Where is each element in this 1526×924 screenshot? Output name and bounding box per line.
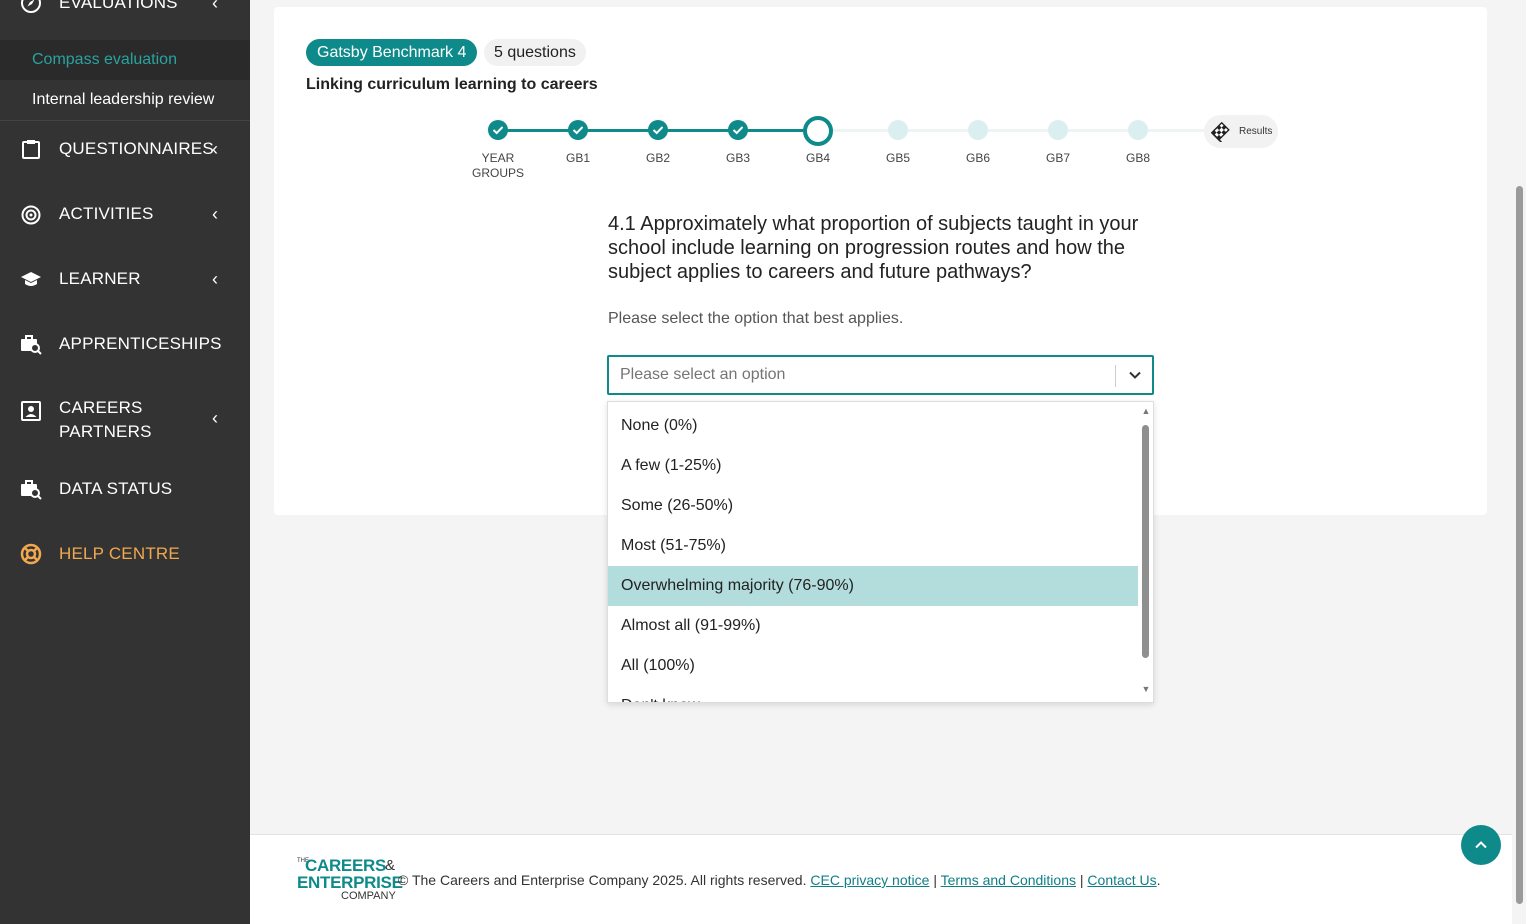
chevron-left-icon: ‹ xyxy=(212,0,218,13)
option-some[interactable]: Some (26-50%) xyxy=(608,486,1138,526)
copyright-text: © The Careers and Enterprise Company 202… xyxy=(398,872,807,888)
cec-logo[interactable]: THE CAREERS & ENTERPRISE COMPANY xyxy=(297,856,403,902)
checkered-flag-icon xyxy=(1211,122,1230,142)
footer-text: © The Careers and Enterprise Company 202… xyxy=(398,872,1161,888)
logo-ampersand: & xyxy=(385,857,396,874)
step-label: GB6 xyxy=(965,151,990,165)
option-all[interactable]: All (100%) xyxy=(608,646,1138,686)
question-hint: Please select the option that best appli… xyxy=(608,310,904,327)
option-overwhelming-majority[interactable]: Overwhelming majority (76-90%) xyxy=(608,566,1138,606)
nav-careers-partners-label-2: PARTNERS xyxy=(59,422,152,441)
back-to-top-button[interactable] xyxy=(1461,825,1501,865)
trailing-period: . xyxy=(1156,872,1161,888)
briefcase-search-icon xyxy=(20,333,42,355)
nav-questionnaires-label: QUESTIONNAIRES xyxy=(59,139,214,158)
option-a-few[interactable]: A few (1-25%) xyxy=(608,446,1138,486)
step-gb6[interactable] xyxy=(968,120,988,140)
nav-help-centre[interactable]: HELP CENTRE xyxy=(0,542,250,566)
page-scrollbar[interactable] xyxy=(1512,0,1526,924)
nav-apprenticeships-label: APPRENTICESHIPS xyxy=(59,334,222,353)
question-text: 4.1 Approximately what proportion of sub… xyxy=(608,213,1139,283)
option-dont-know[interactable]: Don't know xyxy=(608,686,1138,702)
step-gb2[interactable] xyxy=(648,120,668,140)
step-label: GB1 xyxy=(565,151,590,165)
nav-learner[interactable]: LEARNER ‹ xyxy=(0,267,250,291)
step-gb5[interactable] xyxy=(888,120,908,140)
contact-card-icon xyxy=(20,400,42,422)
nav-learner-label: LEARNER xyxy=(59,269,141,288)
check-icon xyxy=(492,126,504,135)
step-label: GB7 xyxy=(1045,151,1070,165)
select-placeholder: Please select an option xyxy=(620,366,786,383)
nav-activities-label: ACTIVITIES xyxy=(59,204,154,223)
chevron-left-icon: ‹ xyxy=(212,408,218,428)
logo-the: THE xyxy=(297,858,309,864)
privacy-link[interactable]: CEC privacy notice xyxy=(810,872,929,888)
option-none[interactable]: None (0%) xyxy=(608,406,1138,446)
step-label: GB5 xyxy=(885,151,910,165)
briefcase-search-icon xyxy=(20,478,42,500)
step-gb3[interactable] xyxy=(728,120,748,140)
chevron-down-icon[interactable] xyxy=(1125,365,1145,385)
page-scrollbar-thumb[interactable] xyxy=(1516,186,1523,904)
sidebar-divider xyxy=(0,120,250,121)
step-label: GB2 xyxy=(645,151,670,165)
question-count-badge: 5 questions xyxy=(484,39,586,66)
chevron-left-icon: ‹ xyxy=(212,268,218,289)
step-label: GB4 xyxy=(805,151,830,165)
compass-icon xyxy=(20,0,42,14)
nav-activities[interactable]: ACTIVITIES ‹ xyxy=(0,202,250,226)
nav-apprenticeships[interactable]: APPRENTICESHIPS xyxy=(0,332,250,356)
section-title: Linking curriculum learning to careers xyxy=(306,76,598,93)
nav-careers-partners[interactable]: CAREERS PARTNERS ‹ xyxy=(0,396,250,444)
chevron-up-icon xyxy=(1475,841,1487,849)
benchmark-badge: Gatsby Benchmark 4 xyxy=(306,39,478,66)
options-scrollbar-thumb[interactable] xyxy=(1142,425,1149,658)
nav-data-status[interactable]: DATA STATUS xyxy=(0,477,250,501)
link-separator: | xyxy=(1079,872,1084,888)
nav-evaluations-label: EVALUATIONS xyxy=(59,0,178,12)
sidebar: EVALUATIONS ‹ Compass evaluation Interna… xyxy=(0,0,250,924)
answer-select[interactable]: Please select an option xyxy=(607,355,1154,395)
terms-link[interactable]: Terms and Conditions xyxy=(941,872,1076,888)
chevron-left-icon: ‹ xyxy=(212,203,218,224)
step-gb1[interactable] xyxy=(568,120,588,140)
nav-help-centre-label: HELP CENTRE xyxy=(59,544,180,563)
graduation-cap-icon xyxy=(20,268,42,290)
target-icon xyxy=(20,203,42,225)
select-separator xyxy=(1115,365,1116,387)
step-gb7[interactable] xyxy=(1048,120,1068,140)
step-gb8[interactable] xyxy=(1128,120,1148,140)
contact-link[interactable]: Contact Us xyxy=(1087,872,1156,888)
options-menu: None (0%) A few (1-25%) Some (26-50%) Mo… xyxy=(607,401,1154,703)
step-label: GB3 xyxy=(725,151,750,165)
step-label: GB8 xyxy=(1125,151,1150,165)
sidebar-item-compass-evaluation[interactable]: Compass evaluation xyxy=(0,40,250,80)
step-gb4[interactable] xyxy=(803,116,833,146)
check-icon xyxy=(732,126,744,135)
scroll-down-icon[interactable]: ▼ xyxy=(1140,684,1152,694)
step-year-groups[interactable] xyxy=(488,120,508,140)
nav-questionnaires[interactable]: QUESTIONNAIRES ‹ xyxy=(0,137,250,161)
results-label: Results xyxy=(1239,126,1273,137)
lifebuoy-icon xyxy=(20,543,42,565)
logo-company: COMPANY xyxy=(341,890,396,902)
step-results[interactable]: Results xyxy=(1204,115,1278,148)
step-label: YEAR GROUPS xyxy=(471,151,524,180)
scroll-up-icon[interactable]: ▲ xyxy=(1140,406,1152,416)
nav-evaluations[interactable]: EVALUATIONS ‹ xyxy=(0,0,250,15)
link-separator: | xyxy=(933,872,937,888)
check-icon xyxy=(652,126,664,135)
check-icon xyxy=(572,126,584,135)
nav-data-status-label: DATA STATUS xyxy=(59,479,173,498)
clipboard-icon xyxy=(20,138,42,160)
option-most[interactable]: Most (51-75%) xyxy=(608,526,1138,566)
option-almost-all[interactable]: Almost all (91-99%) xyxy=(608,606,1138,646)
sidebar-item-internal-leadership-review[interactable]: Internal leadership review xyxy=(0,80,250,120)
nav-careers-partners-label-1: CAREERS xyxy=(59,398,143,417)
chevron-left-icon: ‹ xyxy=(212,138,218,159)
